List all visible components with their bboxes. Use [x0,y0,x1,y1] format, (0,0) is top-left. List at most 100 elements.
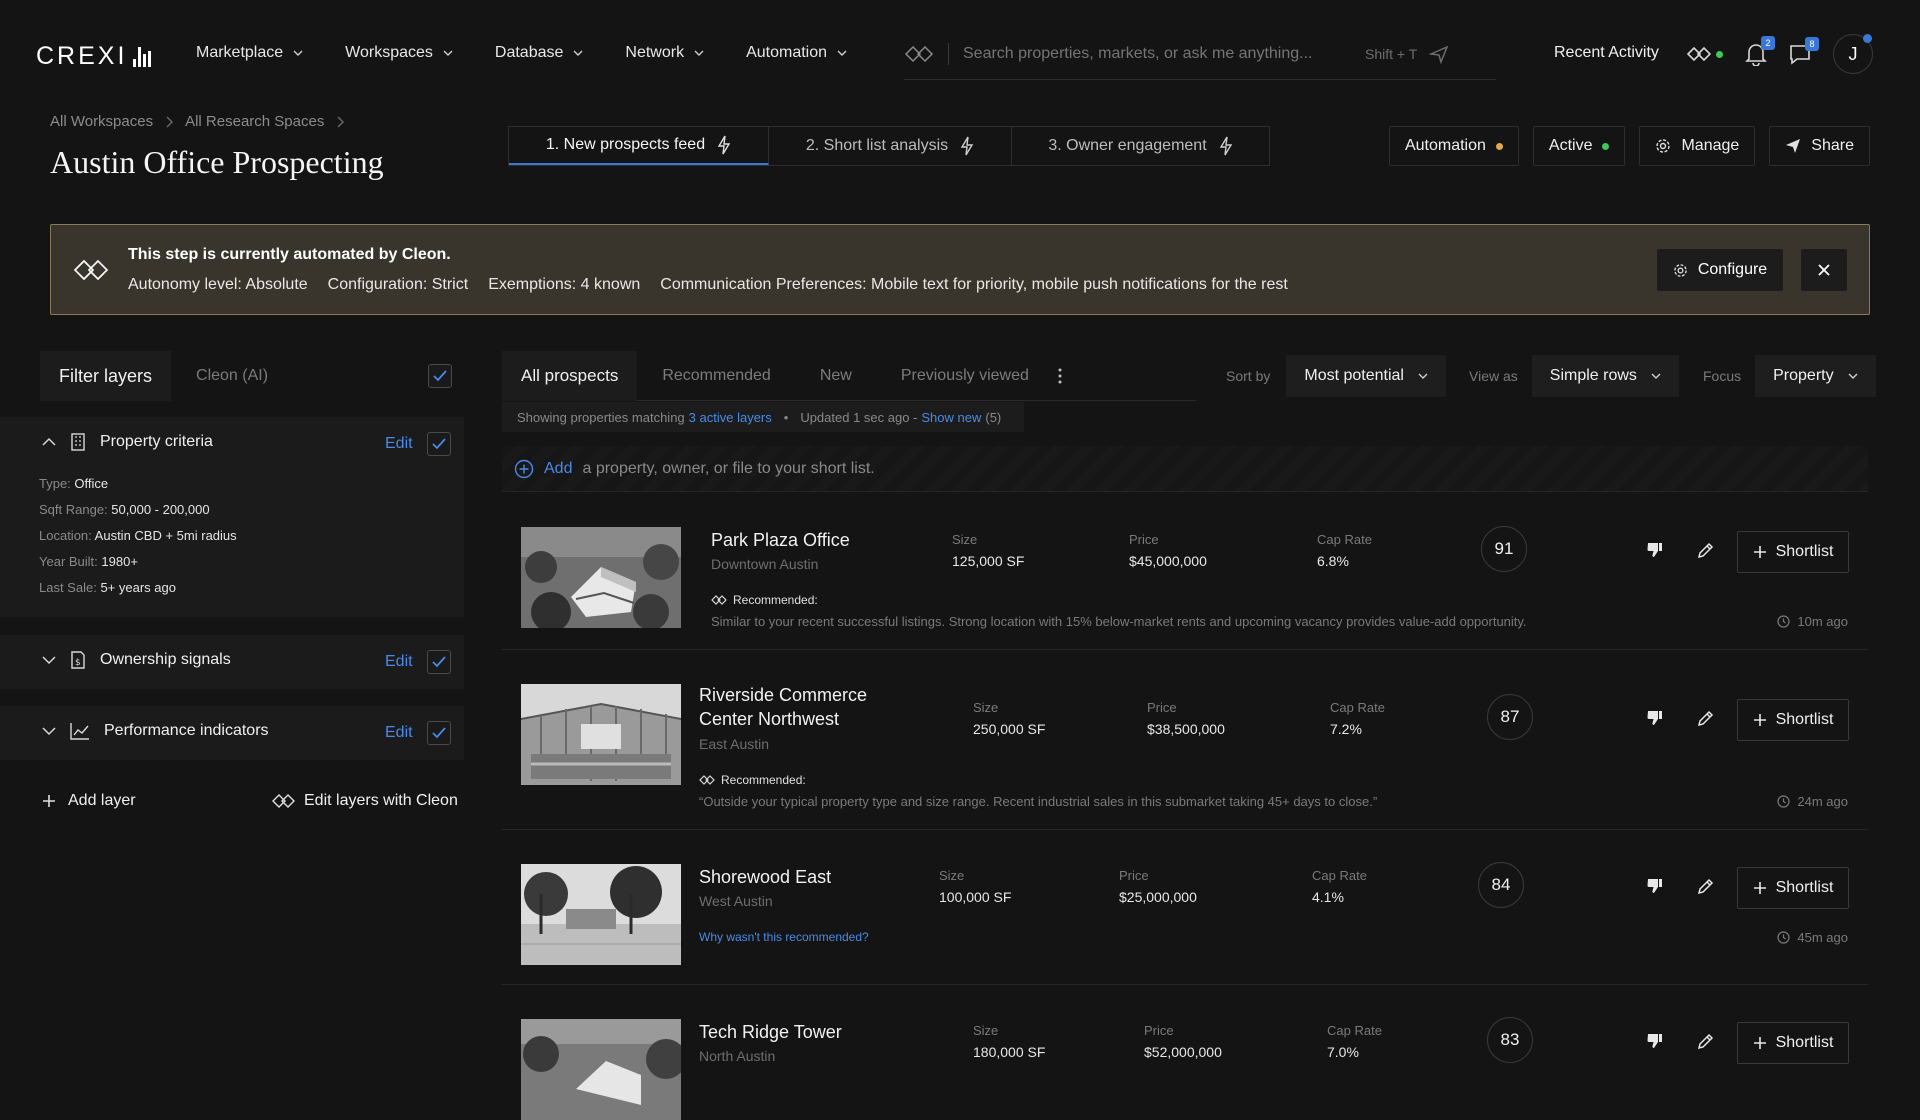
avatar[interactable]: J [1833,34,1873,74]
edit-property-criteria-link[interactable]: Edit [385,435,413,453]
property-criteria-header[interactable]: Property criteria [42,433,213,451]
property-photo[interactable] [521,864,681,965]
tab-short-list-analysis[interactable]: 2. Short list analysis [769,127,1012,165]
pencil-icon[interactable] [1696,540,1716,560]
property-photo[interactable] [521,1019,681,1120]
shortlist-button[interactable]: Shortlist [1737,867,1849,909]
thumbs-down-icon[interactable] [1645,876,1665,896]
tab-previously-viewed[interactable]: Previously viewed [871,351,1048,401]
crexi-logo[interactable]: CREXI [36,42,152,71]
edit-layers-with-cleon-button[interactable]: Edit layers with Cleon [272,792,458,810]
property-criteria-checkbox[interactable] [427,432,451,456]
plus-icon [1753,882,1766,894]
focus-value: Property [1773,367,1834,384]
configure-button[interactable]: Configure [1657,249,1783,291]
tab-cleon-ai[interactable]: Cleon (AI) [171,351,293,401]
nav-marketplace[interactable]: Marketplace [196,44,303,62]
add-layer-button[interactable]: Add layer [42,792,136,810]
active-button[interactable]: Active [1532,126,1626,166]
property-name[interactable]: Shorewood East [699,865,831,889]
property-name[interactable]: Park Plaza Office [711,528,850,552]
cleon-status[interactable] [1686,45,1723,63]
shortlist-button[interactable]: Shortlist [1737,699,1849,741]
edit-ownership-signals-link[interactable]: Edit [385,653,413,671]
lightning-icon [717,135,731,155]
property-location: East Austin [699,736,770,752]
edit-layers-label: Edit layers with Cleon [304,792,458,809]
property-photo[interactable] [521,684,681,785]
notifications-button[interactable]: 2 [1745,36,1775,66]
focus-select[interactable]: Property [1755,355,1876,397]
tab-new[interactable]: New [790,351,871,401]
list-item[interactable]: Tech Ridge Tower North Austin Size 180,0… [502,985,1868,1120]
banner-details: Autonomy level: Absolute Configuration: … [128,276,1288,294]
focus-control: Focus Property [1703,355,1876,397]
results-info-bar: Showing properties matching 3 active lay… [502,402,1024,432]
chevron-down-icon [293,50,303,56]
shortlist-button[interactable]: Shortlist [1737,1022,1849,1064]
performance-indicators-checkbox[interactable] [427,721,451,745]
property-name[interactable]: Riverside Commerce Center Northwest [699,683,889,731]
tab-owner-engagement[interactable]: 3. Owner engagement [1012,127,1269,165]
main-menu: Marketplace Workspaces Database Network … [196,44,889,62]
search-input[interactable] [963,44,1363,63]
plus-icon [1753,1037,1766,1049]
list-item[interactable]: Park Plaza Office Downtown Austin Size 1… [502,494,1868,650]
send-icon[interactable] [1429,44,1449,64]
thumbs-down-icon[interactable] [1645,1031,1665,1051]
share-button[interactable]: Share [1769,126,1870,166]
nav-automation[interactable]: Automation [746,44,847,62]
nav-label: Marketplace [196,44,284,61]
breadcrumb: All Workspaces All Research Spaces [50,113,345,130]
ownership-signals-checkbox[interactable] [427,650,451,674]
add-link[interactable]: Add [544,460,572,478]
cleon-icon [1686,46,1712,62]
pencil-icon[interactable] [1696,876,1716,896]
why-not-recommended-link[interactable]: Why wasn't this recommended? [699,930,869,944]
ownership-signals-header[interactable]: $ Ownership signals [42,651,231,669]
automation-label: Automation [1404,137,1486,154]
thumbs-down-icon[interactable] [1645,540,1665,560]
close-banner-button[interactable] [1801,249,1847,291]
tab-all-prospects[interactable]: All prospects [502,350,638,401]
page-title: Austin Office Prospecting [50,144,384,180]
shortlist-button[interactable]: Shortlist [1737,531,1849,573]
nav-network[interactable]: Network [625,44,704,62]
list-item[interactable]: Shorewood East West Austin Size 100,000 … [502,830,1868,985]
tab-recommended[interactable]: Recommended [637,351,790,401]
all-layers-checkbox[interactable] [428,364,452,388]
edit-performance-indicators-link[interactable]: Edit [385,724,413,742]
breadcrumb-all-research-spaces[interactable]: All Research Spaces [185,113,324,130]
nav-workspaces[interactable]: Workspaces [345,44,453,62]
property-photo[interactable] [521,527,681,628]
autonomy-level: Autonomy level: Absolute [128,276,308,293]
shortlist-label: Shortlist [1775,1034,1834,1051]
show-new-link[interactable]: Show new [921,410,981,425]
breadcrumb-all-workspaces[interactable]: All Workspaces [50,113,153,130]
pencil-icon[interactable] [1696,1031,1716,1051]
cleon-icon[interactable] [904,44,934,64]
cap-rate-label: Cap Rate [1312,868,1367,883]
performance-indicators-header[interactable]: Performance indicators [42,722,269,740]
search-shortcut-hint: Shift + T [1365,45,1418,62]
add-to-shortlist-row[interactable]: Add a property, owner, or file to your s… [502,446,1868,492]
tab-new-prospects-feed[interactable]: 1. New prospects feed [509,127,769,165]
list-item[interactable]: Riverside Commerce Center Northwest East… [502,650,1868,830]
tab-filter-layers[interactable]: Filter layers [40,351,172,401]
manage-button[interactable]: Manage [1639,126,1756,166]
pencil-icon[interactable] [1696,708,1716,728]
messages-button[interactable]: 8 [1789,37,1819,65]
view-select[interactable]: Simple rows [1531,355,1679,397]
nav-database[interactable]: Database [495,44,584,62]
automation-button[interactable]: Automation [1388,126,1519,166]
sort-select[interactable]: Most potential [1286,355,1446,397]
recent-activity-link[interactable]: Recent Activity [1554,44,1659,62]
active-layers-link[interactable]: 3 active layers [689,410,772,425]
property-name[interactable]: Tech Ridge Tower [699,1020,842,1044]
thumbs-down-icon[interactable] [1645,708,1665,728]
timestamp: 10m ago [1777,614,1848,629]
timestamp: 24m ago [1777,794,1848,809]
more-vertical-icon[interactable] [1058,368,1062,384]
cleon-icon [272,794,295,808]
updated-text: Updated 1 sec ago - [800,409,918,425]
